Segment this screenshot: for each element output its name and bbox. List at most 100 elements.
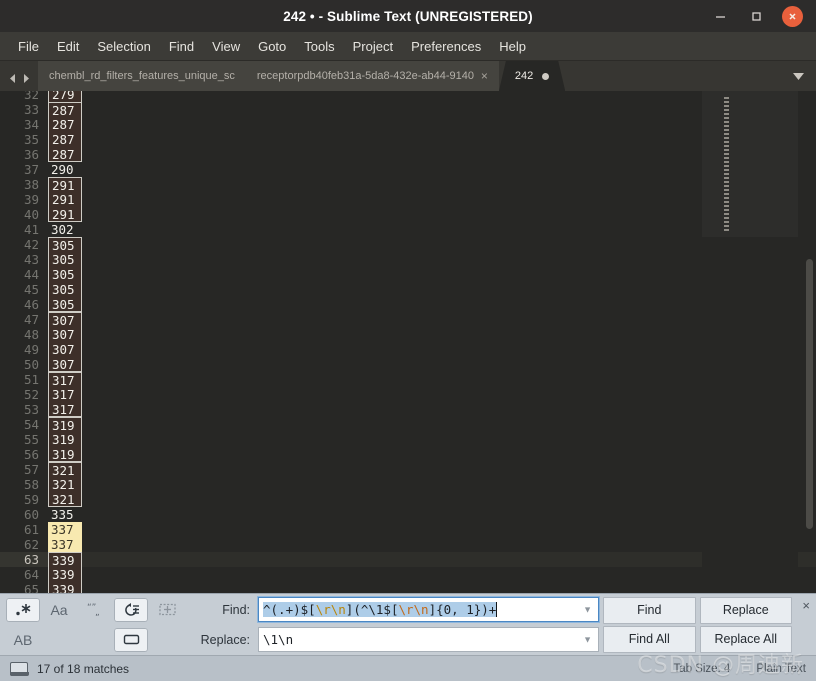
console-icon[interactable] <box>9 661 29 676</box>
code-token: 305 <box>48 282 82 297</box>
code-line[interactable]: 305 <box>48 252 816 267</box>
code-token: 319 <box>48 417 82 433</box>
tab-242[interactable]: 242 <box>499 61 565 91</box>
code-line[interactable]: 305 <box>48 282 816 297</box>
code-line[interactable]: 337 <box>48 537 816 552</box>
code-line[interactable]: 305 <box>48 297 816 312</box>
code-token: 317 <box>48 372 82 388</box>
code-line[interactable]: 291 <box>48 192 816 207</box>
code-line[interactable]: 302 <box>48 222 816 237</box>
code-line[interactable]: 339 <box>48 552 816 568</box>
code-line[interactable]: 287 <box>48 132 816 147</box>
code-line[interactable]: 290 <box>48 162 816 177</box>
code-line[interactable]: 321 <box>48 492 816 507</box>
code-line[interactable]: 317 <box>48 387 816 402</box>
code-line[interactable]: 321 <box>48 477 816 492</box>
menu-item-project[interactable]: Project <box>344 36 402 57</box>
menu-item-find[interactable]: Find <box>160 36 203 57</box>
tab-receptorpdb-res[interactable]: receptorpdb40feb31a-5da8-432e-ab44-91405… <box>245 61 499 91</box>
chevron-right-icon[interactable] <box>21 73 31 84</box>
syntax-status[interactable]: Plain Text <box>756 663 806 675</box>
code-line[interactable]: 321 <box>48 462 816 478</box>
code-token: 291 <box>48 177 82 193</box>
code-token: 287 <box>48 132 82 147</box>
code-line[interactable]: 305 <box>48 237 816 253</box>
scrollbar-thumb[interactable] <box>806 259 813 529</box>
code-token: 317 <box>48 402 82 417</box>
whole-word-toggle[interactable]: “” „ <box>78 598 112 622</box>
regex-toggle[interactable] <box>6 597 40 622</box>
close-icon[interactable]: × <box>481 70 488 82</box>
minimap-line <box>724 189 729 191</box>
menu-item-view[interactable]: View <box>203 36 249 57</box>
tab-chembl-rd-filters[interactable]: chembl_rd_filters_features_unique_sc <box>38 61 246 91</box>
line-number: 42 <box>23 237 39 252</box>
wrap-toggle[interactable] <box>114 597 148 622</box>
maximize-icon[interactable] <box>746 6 766 26</box>
find-options-row-1: Aa “” „ <box>6 595 188 625</box>
vertical-scrollbar[interactable] <box>805 91 814 593</box>
code-line[interactable]: 335 <box>48 507 816 522</box>
minimap[interactable] <box>702 91 798 593</box>
code-line[interactable]: 317 <box>48 402 816 417</box>
tab-size-status[interactable]: Tab Size: 4 <box>673 663 730 675</box>
close-find-panel-icon[interactable]: × <box>802 599 810 612</box>
menu-item-edit[interactable]: Edit <box>48 36 88 57</box>
code-line[interactable]: 319 <box>48 417 816 433</box>
code-line[interactable]: 287 <box>48 102 816 118</box>
replace-all-button[interactable]: Replace All <box>699 625 792 653</box>
code-line[interactable]: 287 <box>48 117 816 132</box>
line-number: 41 <box>23 222 39 237</box>
code-line[interactable]: 307 <box>48 312 816 328</box>
code-line[interactable]: 307 <box>48 342 816 357</box>
code-line[interactable]: 305 <box>48 267 816 282</box>
code-token: 291 <box>48 192 82 207</box>
minimap-line <box>724 209 729 211</box>
chevron-left-icon[interactable] <box>8 73 18 84</box>
menu-item-help[interactable]: Help <box>490 36 535 57</box>
replace-button[interactable]: Replace <box>699 596 792 624</box>
code-line[interactable]: 339 <box>48 567 816 582</box>
code-line[interactable]: 287 <box>48 147 816 162</box>
code-line[interactable]: 307 <box>48 357 816 372</box>
svg-text:„: „ <box>95 608 100 616</box>
find-button[interactable]: Find <box>603 596 696 624</box>
menu-item-preferences[interactable]: Preferences <box>402 36 490 57</box>
code-token: 305 <box>48 252 82 267</box>
menu-item-tools[interactable]: Tools <box>295 36 343 57</box>
line-number: 65 <box>23 582 39 593</box>
code-line[interactable]: 319 <box>48 432 816 447</box>
editor-area[interactable]: 32 33 34 35 36 37 38 39 40 41 42 43 44 45 46 47 48 49 50 51… <box>0 91 816 593</box>
find-input[interactable]: ^(.+)$[\r\n](^\1$[\r\n]{0, 1})+ ▼ <box>258 597 599 622</box>
line-number: 56 <box>23 447 39 462</box>
case-sensitive-toggle[interactable]: Aa <box>42 598 76 622</box>
preserve-case-toggle[interactable]: AB <box>6 628 40 652</box>
menu-item-selection[interactable]: Selection <box>88 36 159 57</box>
find-all-button[interactable]: Find All <box>603 625 696 653</box>
code-line[interactable]: 279 <box>48 91 816 102</box>
code-line[interactable]: 291 <box>48 207 816 222</box>
chevron-down-icon[interactable]: ▼ <box>583 635 592 644</box>
code-token: 339 <box>48 552 82 568</box>
highlight-results-toggle[interactable] <box>114 627 148 652</box>
code-line[interactable]: 319 <box>48 447 816 462</box>
minimap-viewport[interactable] <box>702 91 798 237</box>
text-caret <box>496 602 498 617</box>
chevron-down-icon[interactable] <box>780 61 816 91</box>
replace-input[interactable]: \1\n ▼ <box>258 627 599 652</box>
minimap-line <box>724 193 729 195</box>
code-line[interactable]: 337 <box>48 522 816 537</box>
minimize-icon[interactable] <box>710 6 730 26</box>
menu-item-file[interactable]: File <box>9 36 48 57</box>
in-selection-toggle[interactable] <box>150 598 184 622</box>
chevron-down-icon[interactable]: ▼ <box>583 605 592 614</box>
code-line[interactable]: 307 <box>48 327 816 342</box>
status-bar-right: Tab Size: 4 Plain Text <box>673 663 806 675</box>
code-line[interactable]: 339 <box>48 582 816 593</box>
menu-item-goto[interactable]: Goto <box>249 36 295 57</box>
line-number: 37 <box>23 162 39 177</box>
code-line[interactable]: 291 <box>48 177 816 193</box>
code-line[interactable]: 317 <box>48 372 816 388</box>
close-icon[interactable] <box>782 5 803 27</box>
find-value-segment: \r\n <box>398 602 429 617</box>
